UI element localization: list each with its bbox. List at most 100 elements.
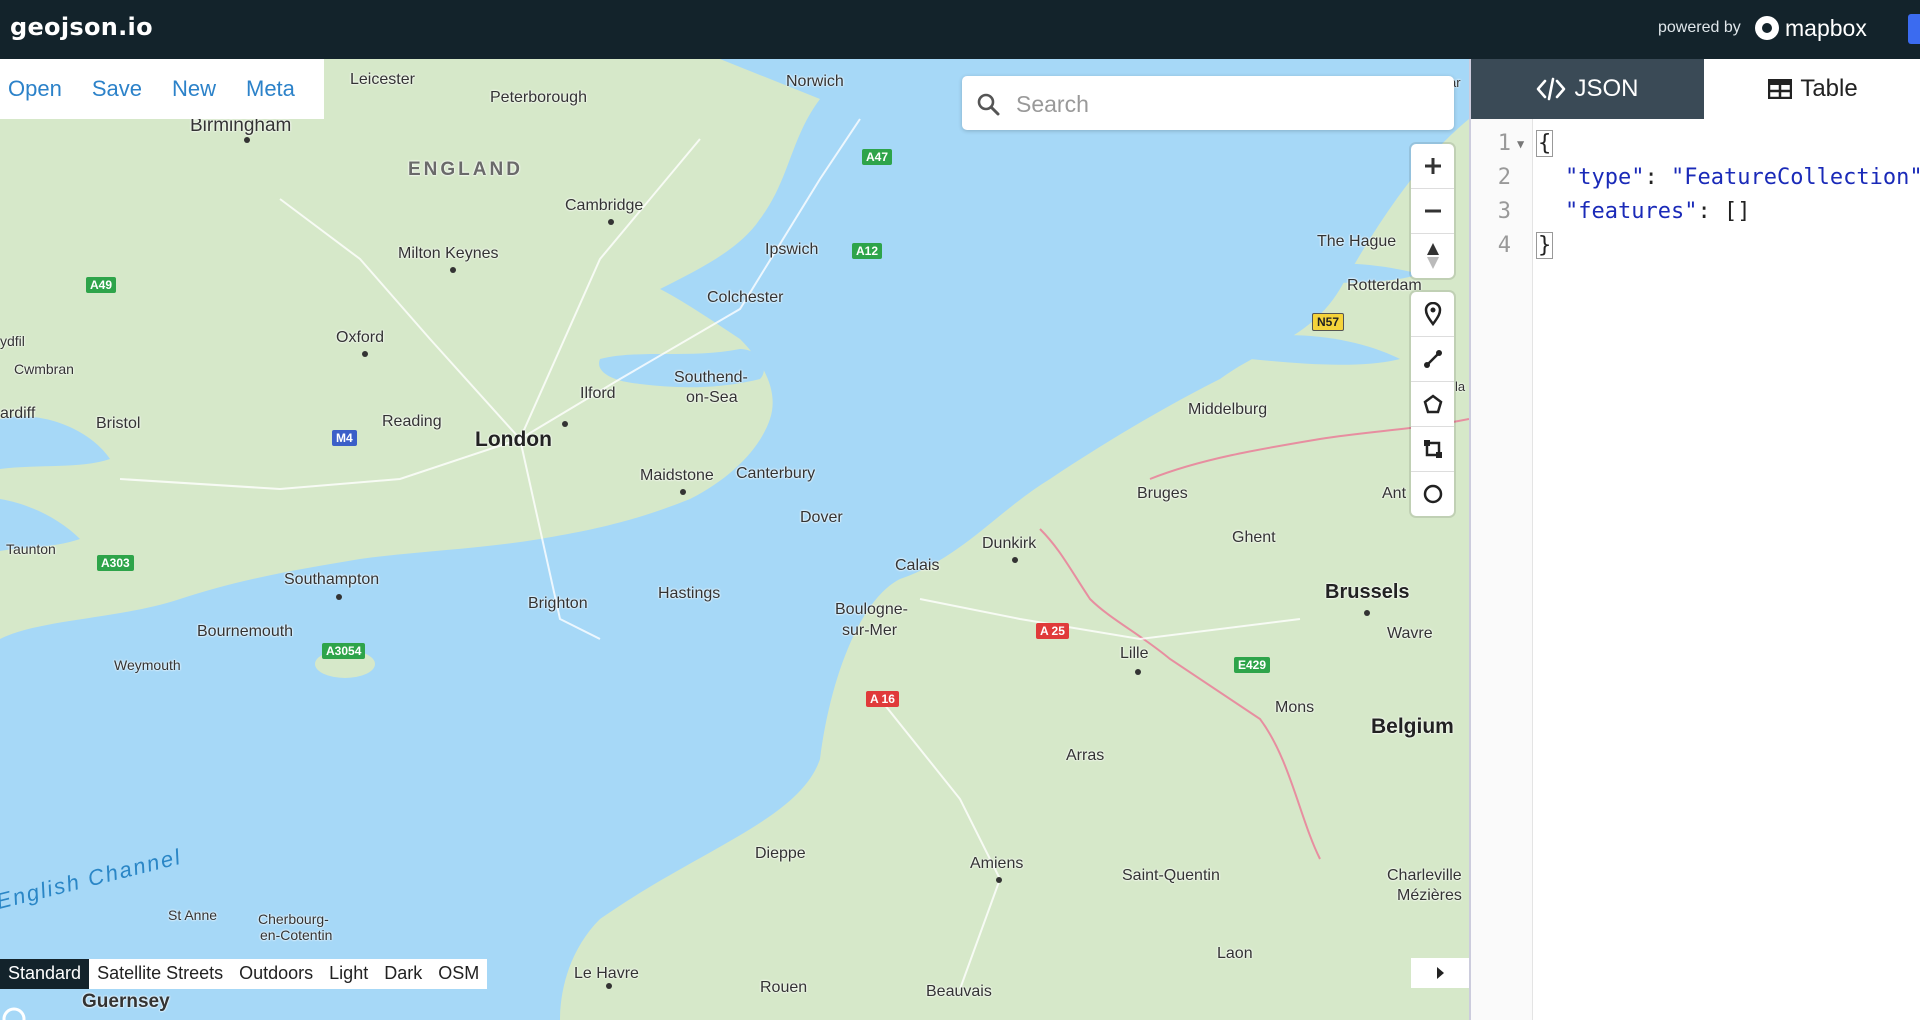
road-shield: N57 [1312,313,1345,331]
json-value: "FeatureCollection" [1670,165,1920,190]
city-dot [450,267,456,273]
map-label-arras: Arras [1066,747,1105,764]
tab-table[interactable]: Table [1704,59,1920,119]
city-dot [336,594,342,600]
map-label-ydfil: ydfil [0,333,25,349]
basemap-standard[interactable]: Standard [0,959,90,989]
zoom-out-button[interactable] [1411,189,1454,234]
zoom-controls [1411,144,1454,278]
map-label-bruges: Bruges [1137,485,1188,502]
open-brace: { [1536,130,1554,157]
map-label-la: la [1455,379,1466,394]
city-dot [1012,557,1018,563]
road-shield: A12 [852,243,883,259]
city-dot [362,351,368,357]
map-label-london: London [475,428,552,451]
line-number: 2 [1497,165,1511,190]
json-key: "features" [1565,199,1698,224]
city-dot [680,489,686,495]
map-canvas[interactable]: Leicester Peterborough Norwich Birmingha… [0,59,1469,1020]
mapbox-icon [1755,16,1779,40]
code-icon [1536,77,1566,101]
search-input[interactable] [1014,86,1438,122]
draw-rectangle-button[interactable] [1411,427,1454,472]
tab-table-label: Table [1800,75,1858,102]
meta-button[interactable]: Meta [246,76,295,102]
map-label-oxford: Oxford [336,329,385,346]
line-number: 4 [1497,233,1511,258]
fold-toggle-icon[interactable]: ▼ [1517,137,1524,151]
basemap-osm[interactable]: OSM [430,959,487,989]
draw-line-button[interactable] [1411,337,1454,382]
map-label-cherbourg: Cherbourg- [258,911,329,927]
draw-marker-button[interactable] [1411,292,1454,337]
json-colon: : [1644,165,1658,190]
draw-polygon-button[interactable] [1411,382,1454,427]
map-label-milton-keynes: Milton Keynes [398,245,499,262]
code-line: "type": "FeatureCollection", [1565,165,1920,190]
table-icon [1768,79,1793,99]
code-line: } [1536,232,1554,259]
road-shield: M4 [332,430,357,446]
file-menu: Open Save New Meta [0,59,324,119]
mapbox-logo[interactable]: mapbox [1755,14,1867,42]
app-brand[interactable]: geojson.io [10,13,153,41]
road-shield: A 25 [1036,623,1069,639]
map-label-charleville: Charleville [1387,867,1462,884]
map-label-weymouth: Weymouth [114,657,181,673]
collapse-panel-button[interactable] [1411,958,1469,988]
line-number: 3 [1497,199,1511,224]
city-dot [996,877,1002,883]
map-label-peterborough: Peterborough [490,89,587,106]
map-label-cambridge: Cambridge [565,197,644,214]
line-icon [1423,350,1442,368]
code-line: { [1536,130,1554,157]
zoom-in-button[interactable] [1411,144,1454,189]
map-label-dunkirk: Dunkirk [982,535,1037,552]
city-dot [606,983,612,989]
map-label-calais: Calais [895,557,940,574]
basemap-outdoors[interactable]: Outdoors [231,959,321,989]
tab-json-label: JSON [1574,75,1639,102]
map-label-hastings: Hastings [658,585,721,602]
map-label-en-cotentin: en-Cotentin [260,927,333,943]
powered-by-label: powered by [1658,19,1741,36]
minus-icon [1424,209,1441,213]
new-button[interactable]: New [172,76,216,102]
city-dot [562,421,568,427]
compass-button[interactable] [1411,234,1454,278]
map-label-belgium: Belgium [1371,715,1454,738]
open-button[interactable]: Open [8,76,62,102]
json-editor[interactable]: 1 ▼ 2 3 4 { "type": "FeatureCollection",… [1471,119,1920,1020]
circle-icon [1423,484,1442,504]
account-button-edge[interactable] [1908,14,1920,44]
map-label-leicester: Leicester [350,71,415,88]
top-bar: geojson.io powered by mapbox [0,0,1920,59]
draw-circle-button[interactable] [1411,472,1454,516]
map-label-reading: Reading [382,413,442,430]
code-line: "features": [] [1565,199,1750,224]
map-label-bournemouth: Bournemouth [197,623,294,640]
basemap-dark[interactable]: Dark [376,959,430,989]
map-label-wavre: Wavre [1387,625,1433,642]
map-label-dover: Dover [800,509,843,526]
mapbox-label: mapbox [1785,14,1867,41]
mapbox-attribution-logo[interactable] [0,1005,140,1020]
basemap-satellite-streets[interactable]: Satellite Streets [89,959,231,989]
city-dot [244,137,250,143]
map-label-maidstone: Maidstone [640,467,714,484]
map-label-ipswich: Ipswich [765,241,819,258]
city-dot [1135,669,1141,675]
save-button[interactable]: Save [92,76,142,102]
basemap-light[interactable]: Light [321,959,376,989]
city-dot [608,219,614,225]
map-label-rouen: Rouen [760,979,808,996]
tab-json[interactable]: JSON [1471,59,1704,119]
map-label-dieppe: Dieppe [755,845,806,862]
search-icon [977,93,1000,116]
map-label-ghent: Ghent [1232,529,1276,546]
map-label-southend: Southend- [674,369,748,386]
close-brace: } [1536,232,1554,259]
map-label-lille: Lille [1120,645,1149,662]
map-label-brighton: Brighton [528,595,588,612]
